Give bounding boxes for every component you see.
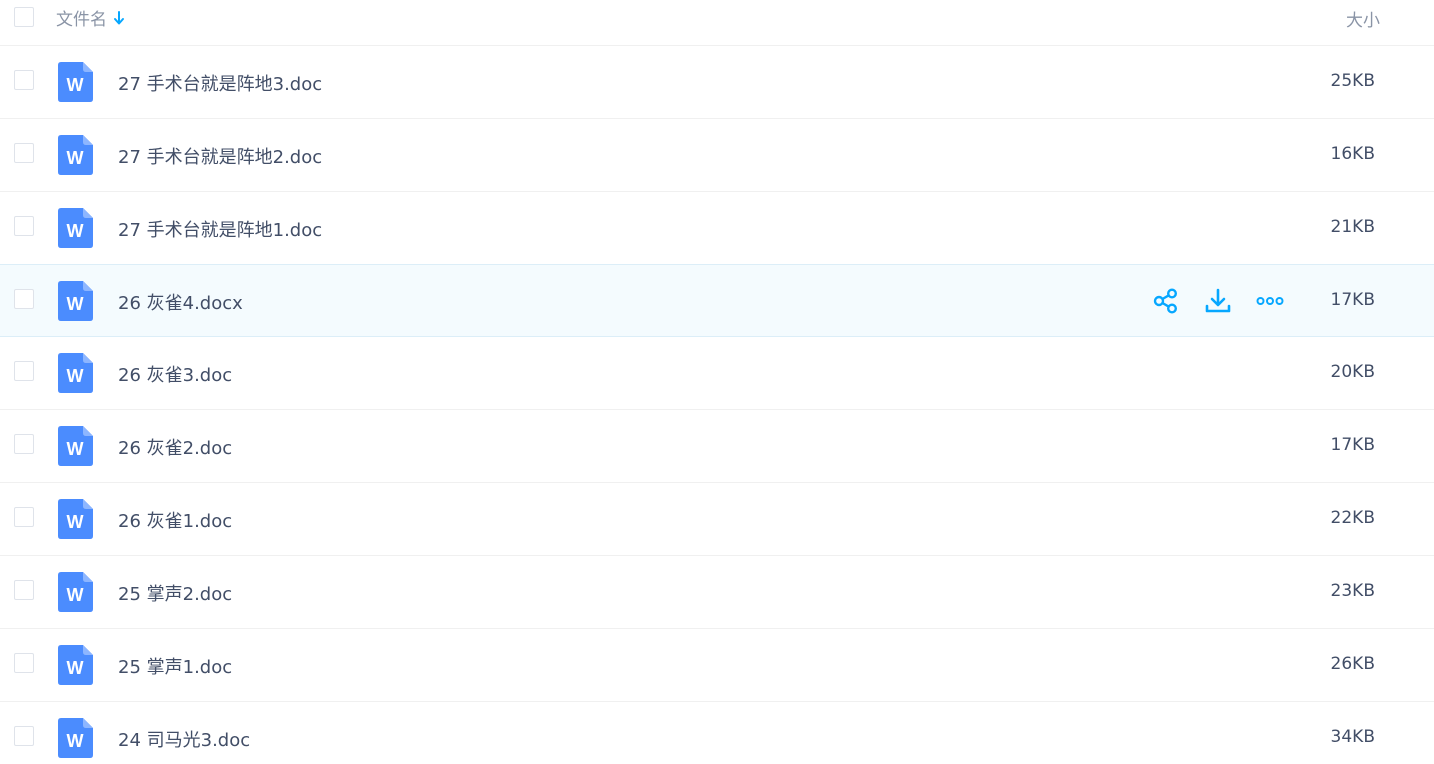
more-icon xyxy=(1256,297,1284,305)
file-name[interactable]: 26 灰雀4.docx xyxy=(118,289,243,315)
column-header-name-label: 文件名 xyxy=(56,10,107,30)
file-size: 21KB xyxy=(1330,217,1375,237)
word-doc-icon: W xyxy=(58,718,93,758)
file-size: 23KB xyxy=(1330,581,1375,601)
row-checkbox[interactable] xyxy=(14,143,34,163)
svg-text:W: W xyxy=(67,294,84,314)
svg-text:W: W xyxy=(67,366,84,386)
file-name[interactable]: 26 灰雀1.doc xyxy=(118,507,232,533)
file-row-10[interactable]: W 24 司马光3.doc 34KB xyxy=(0,702,1434,764)
row-actions xyxy=(1152,287,1284,315)
word-doc-icon: W xyxy=(58,208,93,248)
file-rows: W 27 手术台就是阵地3.doc 25KB W 27 手术台就是阵地2.doc… xyxy=(0,46,1434,764)
file-name[interactable]: 25 掌声2.doc xyxy=(118,580,232,606)
row-checkbox[interactable] xyxy=(14,70,34,90)
row-checkbox[interactable] xyxy=(14,726,34,746)
file-row-1[interactable]: W 27 手术台就是阵地3.doc 25KB xyxy=(0,46,1434,119)
svg-text:W: W xyxy=(67,75,84,95)
file-size: 16KB xyxy=(1330,144,1375,164)
file-size: 20KB xyxy=(1330,362,1375,382)
file-size: 34KB xyxy=(1330,727,1375,747)
file-name[interactable]: 27 手术台就是阵地2.doc xyxy=(118,143,322,169)
svg-text:W: W xyxy=(67,731,84,751)
file-row-5[interactable]: W 26 灰雀3.doc 20KB xyxy=(0,337,1434,410)
row-checkbox[interactable] xyxy=(14,507,34,527)
row-checkbox[interactable] xyxy=(14,361,34,381)
word-doc-icon: W xyxy=(58,645,93,685)
svg-text:W: W xyxy=(67,148,84,168)
svg-text:W: W xyxy=(67,585,84,605)
file-row-8[interactable]: W 25 掌声2.doc 23KB xyxy=(0,556,1434,629)
file-name[interactable]: 27 手术台就是阵地1.doc xyxy=(118,216,322,242)
column-header-size[interactable]: 大小 xyxy=(1346,6,1380,31)
column-header-name[interactable]: 文件名 xyxy=(56,5,125,30)
file-name[interactable]: 27 手术台就是阵地3.doc xyxy=(118,70,322,96)
svg-text:W: W xyxy=(67,512,84,532)
file-size: 17KB xyxy=(1330,290,1375,310)
file-row-2[interactable]: W 27 手术台就是阵地2.doc 16KB xyxy=(0,119,1434,192)
download-button[interactable] xyxy=(1204,287,1232,315)
word-doc-icon: W xyxy=(58,499,93,539)
more-button[interactable] xyxy=(1256,287,1284,315)
file-row-4[interactable]: W 26 灰雀4.docx 17KB xyxy=(0,264,1434,337)
sort-arrow-down-icon[interactable] xyxy=(113,10,125,26)
file-size: 17KB xyxy=(1330,435,1375,455)
word-doc-icon: W xyxy=(58,135,93,175)
word-doc-icon: W xyxy=(58,572,93,612)
svg-text:W: W xyxy=(67,658,84,678)
file-size: 22KB xyxy=(1330,508,1375,528)
row-checkbox[interactable] xyxy=(14,216,34,236)
svg-text:W: W xyxy=(67,221,84,241)
word-doc-icon: W xyxy=(58,62,93,102)
file-name[interactable]: 24 司马光3.doc xyxy=(118,726,250,752)
word-doc-icon: W xyxy=(58,426,93,466)
file-name[interactable]: 26 灰雀3.doc xyxy=(118,361,232,387)
row-checkbox[interactable] xyxy=(14,580,34,600)
file-row-3[interactable]: W 27 手术台就是阵地1.doc 21KB xyxy=(0,192,1434,265)
file-name[interactable]: 26 灰雀2.doc xyxy=(118,434,232,460)
row-checkbox[interactable] xyxy=(14,289,34,309)
file-row-9[interactable]: W 25 掌声1.doc 26KB xyxy=(0,629,1434,702)
download-icon xyxy=(1205,288,1231,313)
file-size: 26KB xyxy=(1330,654,1375,674)
share-button[interactable] xyxy=(1152,287,1180,315)
file-row-6[interactable]: W 26 灰雀2.doc 17KB xyxy=(0,410,1434,483)
row-checkbox[interactable] xyxy=(14,653,34,673)
svg-text:W: W xyxy=(67,439,84,459)
file-row-7[interactable]: W 26 灰雀1.doc 22KB xyxy=(0,483,1434,556)
file-size: 25KB xyxy=(1330,71,1375,91)
file-list: 文件名 大小 W 27 手术台就是阵地3.doc 25KB W 27 手术台就是… xyxy=(0,0,1434,764)
list-header: 文件名 大小 xyxy=(0,0,1434,46)
word-doc-icon: W xyxy=(58,353,93,393)
word-doc-icon: W xyxy=(58,281,93,321)
share-icon xyxy=(1153,288,1177,314)
select-all-checkbox[interactable] xyxy=(14,7,34,27)
file-name[interactable]: 25 掌声1.doc xyxy=(118,653,232,679)
row-checkbox[interactable] xyxy=(14,434,34,454)
